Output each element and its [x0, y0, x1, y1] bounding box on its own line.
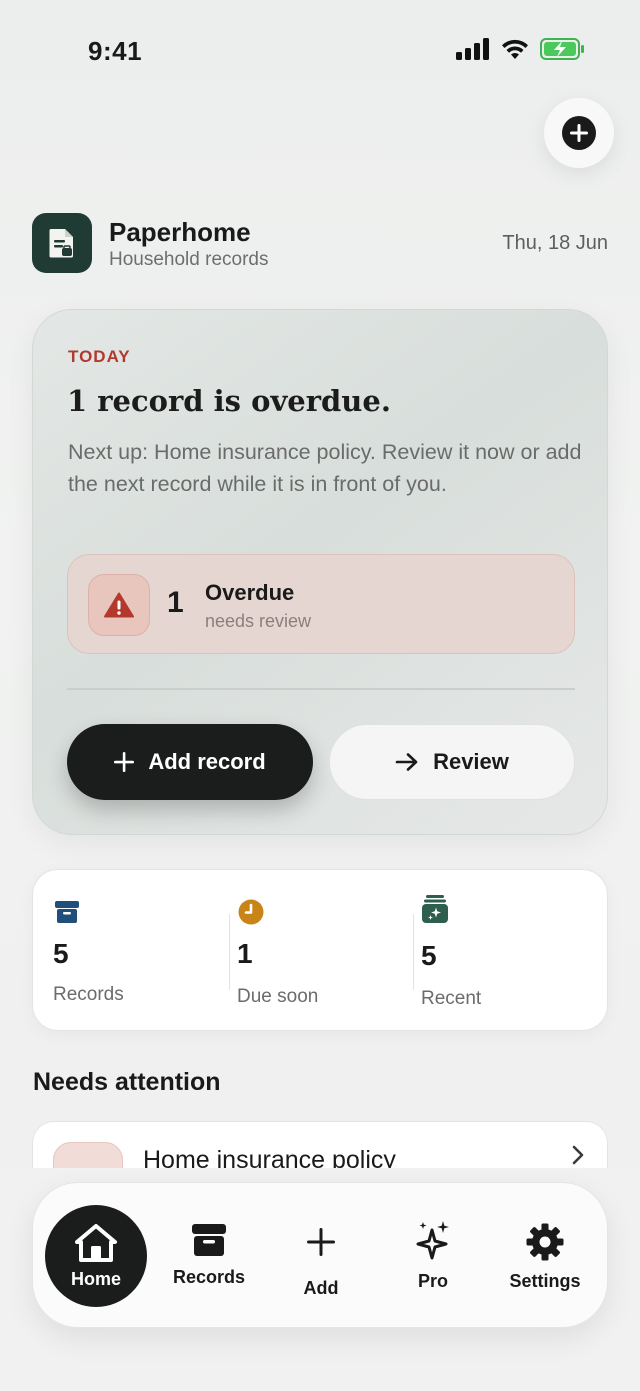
arrow-right-icon — [395, 753, 418, 771]
plus-icon — [307, 1228, 335, 1256]
sparkles-icon — [416, 1221, 449, 1260]
stat-divider — [413, 914, 414, 990]
tab-pro[interactable]: Pro — [381, 1183, 485, 1329]
overdue-count: 1 — [167, 586, 184, 619]
stats-card: 5 Records 1 Due soon 5 Recent — [32, 869, 608, 1031]
today-headline: 1 record is overdue. — [67, 384, 391, 418]
overdue-icon-badge — [88, 574, 150, 636]
tab-label: Home — [70, 1268, 121, 1289]
today-label: TODAY — [68, 347, 131, 366]
overdue-subtitle: needs review — [205, 611, 312, 631]
gear-icon — [526, 1223, 564, 1261]
stat-label: Records — [53, 984, 124, 1005]
archive-icon — [192, 1224, 226, 1256]
app-title: Paperhome — [109, 217, 251, 247]
stat-value: 1 — [237, 938, 253, 969]
tab-add[interactable]: Add — [269, 1183, 373, 1329]
stack-sparkle-icon — [421, 894, 449, 924]
archive-box-icon — [53, 898, 81, 926]
app-subtitle: Household records — [109, 249, 269, 270]
status-bar: 9:41 — [0, 0, 640, 100]
status-time: 9:41 — [88, 36, 143, 66]
tab-label: Settings — [509, 1271, 581, 1291]
needs-attention-title: Needs attention — [33, 1068, 221, 1096]
stat-label: Recent — [421, 988, 482, 1009]
tab-records[interactable]: Records — [157, 1183, 261, 1329]
stat-due-soon[interactable]: 1 Due soon — [237, 870, 413, 1032]
app-logo — [32, 213, 92, 273]
tab-label: Records — [172, 1267, 246, 1287]
overdue-summary[interactable]: 1 Overdue needs review — [67, 554, 575, 654]
review-button[interactable]: Review — [329, 724, 575, 800]
wifi-icon — [502, 39, 528, 59]
tab-bar: Home Records Add Pro Settings — [32, 1182, 608, 1328]
stat-records[interactable]: 5 Records — [53, 870, 229, 1032]
document-logo-icon — [49, 229, 73, 258]
warning-icon — [104, 592, 134, 618]
app-header: Paperhome Household records Thu, 18 Jun — [32, 213, 608, 275]
today-card: TODAY 1 record is overdue. Next up: Home… — [32, 309, 608, 835]
review-label: Review — [433, 749, 509, 774]
card-divider — [67, 688, 575, 690]
overdue-title: Overdue — [205, 580, 295, 605]
stat-label: Due soon — [237, 986, 319, 1007]
stat-value: 5 — [421, 940, 437, 971]
clock-icon — [237, 898, 265, 926]
stat-value: 5 — [53, 938, 69, 969]
stat-divider — [229, 914, 230, 990]
tab-home[interactable]: Home — [45, 1205, 147, 1307]
chevron-right-icon — [572, 1145, 584, 1165]
tab-label: Add — [303, 1278, 339, 1298]
status-icons — [456, 38, 586, 60]
stat-recent[interactable]: 5 Recent — [421, 870, 597, 1032]
battery-charging-icon — [540, 38, 584, 60]
quick-add-button[interactable] — [544, 98, 614, 168]
tab-settings[interactable]: Settings — [493, 1183, 597, 1329]
header-date: Thu, 18 Jun — [502, 232, 608, 254]
cellular-signal-icon — [456, 38, 489, 60]
plus-circle-icon — [562, 116, 596, 150]
tab-label: Pro — [417, 1271, 448, 1291]
today-body: Next up: Home insurance policy. Review i… — [68, 440, 582, 496]
add-record-button[interactable]: Add record — [67, 724, 313, 800]
plus-icon — [114, 752, 135, 772]
add-record-label: Add record — [148, 749, 266, 774]
house-icon — [75, 1223, 117, 1262]
